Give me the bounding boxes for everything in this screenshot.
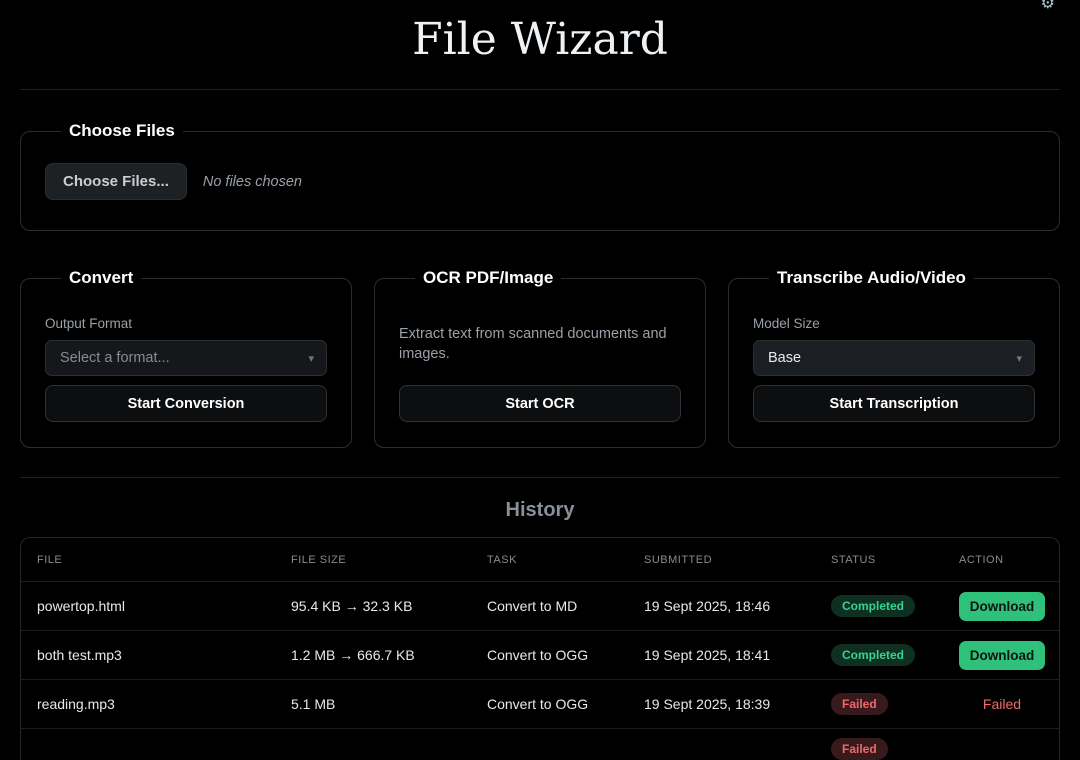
cell-file: both test.mp3 [37,647,291,663]
history-table-header: FILE FILE SIZE TASK SUBMITTED STATUS ACT… [21,538,1059,581]
app-header: File Wizard ⚙ [20,0,1060,90]
choose-files-section: Choose Files Choose Files... No files ch… [20,121,1060,231]
cell-submitted: 19 Sept 2025, 18:39 [644,696,831,712]
status-badge: Failed [831,693,888,715]
cell-size: 95.4 KB → 32.3 KB [291,598,487,614]
cell-submitted: 19 Sept 2025, 18:41 [644,647,831,663]
model-size-label: Model Size [753,316,1035,331]
cell-task: Convert to MD [487,598,644,614]
cell-size: 1.2 MB → 666.7 KB [291,647,487,663]
download-button[interactable]: Download [959,592,1045,621]
gear-icon[interactable]: ⚙ [1041,0,1055,11]
tool-panels: Convert Output Format Select a format...… [20,268,1060,448]
main-content: Choose Files Choose Files... No files ch… [20,121,1060,760]
cell-task: Convert to OGG [487,696,644,712]
column-header-action: ACTION [959,554,1059,566]
table-row: Failed [21,728,1059,760]
choose-files-button[interactable]: Choose Files... [45,163,187,200]
start-ocr-button[interactable]: Start OCR [399,385,681,422]
model-size-select[interactable]: Base ▾ [753,340,1035,376]
start-transcription-button[interactable]: Start Transcription [753,385,1035,422]
page-title: File Wizard [20,0,1060,65]
status-badge: Failed [831,738,888,760]
transcribe-legend: Transcribe Audio/Video [769,268,974,288]
cell-task: Convert to OGG [487,647,644,663]
chevron-down-icon: ▾ [308,352,314,365]
history-table: FILE FILE SIZE TASK SUBMITTED STATUS ACT… [20,537,1060,760]
history-divider [20,477,1060,478]
transcribe-panel: Transcribe Audio/Video Model Size Base ▾… [728,268,1060,448]
convert-panel: Convert Output Format Select a format...… [20,268,352,448]
download-button[interactable]: Download [959,641,1045,670]
convert-legend: Convert [61,268,141,288]
start-conversion-button[interactable]: Start Conversion [45,385,327,422]
column-header-status: STATUS [831,554,959,566]
output-format-select[interactable]: Select a format... ▾ [45,340,327,376]
output-format-select-value: Select a format... [60,350,170,366]
ocr-description: Extract text from scanned documents and … [399,324,681,364]
status-badge: Completed [831,595,915,617]
table-row: both test.mp3 1.2 MB → 666.7 KB Convert … [21,630,1059,679]
ocr-legend: OCR PDF/Image [415,268,561,288]
cell-file: reading.mp3 [37,696,291,712]
table-row: powertop.html 95.4 KB → 32.3 KB Convert … [21,581,1059,630]
history-title: History [20,499,1060,522]
column-header-task: TASK [487,554,644,566]
cell-size: 5.1 MB [291,696,487,712]
cell-submitted: 19 Sept 2025, 18:46 [644,598,831,614]
cell-file: powertop.html [37,598,291,614]
choose-files-legend: Choose Files [61,121,183,141]
table-row: reading.mp3 5.1 MB Convert to OGG 19 Sep… [21,679,1059,728]
column-header-size: FILE SIZE [291,554,487,566]
output-format-label: Output Format [45,316,327,331]
column-header-file: FILE [37,554,291,566]
model-size-select-value: Base [768,350,801,366]
no-files-chosen-text: No files chosen [203,174,302,190]
chevron-down-icon: ▾ [1016,352,1022,365]
column-header-submitted: SUBMITTED [644,554,831,566]
failed-action-text: Failed [983,696,1021,712]
ocr-panel: OCR PDF/Image Extract text from scanned … [374,268,706,448]
status-badge: Completed [831,644,915,666]
